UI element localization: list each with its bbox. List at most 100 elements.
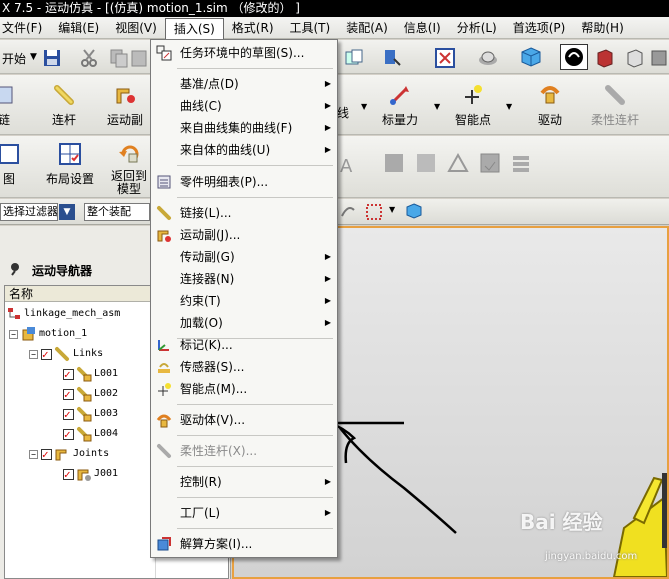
smart-point-dropdown-icon[interactable]: ▼ bbox=[506, 102, 512, 111]
menu-item-link[interactable]: 链接(L)... bbox=[151, 202, 337, 224]
menu-item-factory[interactable]: 工厂(L) ▶ bbox=[151, 502, 337, 524]
menubar: 文件(F) 编辑(E) 视图(V) 插入(S) 格式(R) 工具(T) 装配(A… bbox=[0, 17, 669, 40]
return-to-model-button[interactable]: 返回到模型 bbox=[106, 142, 152, 196]
visibility-checkbox[interactable] bbox=[41, 345, 52, 365]
menu-view[interactable]: 视图(V) bbox=[107, 18, 165, 38]
menu-item-curve-from-body[interactable]: 来自体的曲线(U) ▶ bbox=[151, 139, 337, 161]
tree-row-joint[interactable]: J001 bbox=[63, 464, 119, 485]
links-button[interactable]: 连杆 bbox=[46, 83, 82, 128]
menu-item-curve-from-curves[interactable]: 来自曲线集的曲线(F) ▶ bbox=[151, 117, 337, 139]
menu-item-parts-list[interactable]: 零件明细表(P)... bbox=[151, 171, 337, 193]
visibility-checkbox[interactable] bbox=[63, 465, 74, 485]
render-style-icon[interactable] bbox=[477, 47, 499, 69]
menu-item-sensor[interactable]: 传感器(S)... bbox=[151, 356, 337, 378]
collapse-icon[interactable]: − bbox=[29, 449, 38, 459]
flexible-link-icon bbox=[157, 444, 171, 458]
menu-item-solution[interactable]: 解算方案(I)... bbox=[151, 533, 337, 555]
menu-item-smart-point[interactable]: 智能点(M)... bbox=[151, 378, 337, 400]
force-dropdown-icon[interactable]: ▼ bbox=[434, 102, 440, 111]
fit-view-icon[interactable] bbox=[434, 47, 456, 69]
link-icon bbox=[157, 206, 171, 220]
joints-button[interactable]: 运动副 bbox=[103, 83, 147, 128]
info-object-icon[interactable] bbox=[343, 47, 365, 69]
tree-row-link[interactable]: L004 bbox=[63, 424, 118, 445]
tree-row-assembly[interactable]: linkage_mech_asm bbox=[7, 304, 120, 324]
menu-item-driver[interactable]: 驱动体(V)... bbox=[151, 409, 337, 431]
smart-point-button[interactable]: 智能点 bbox=[452, 83, 494, 128]
tree-label: J001 bbox=[94, 468, 119, 479]
layout-icon bbox=[59, 143, 81, 165]
tree-row-motion[interactable]: − motion_1 bbox=[9, 324, 87, 344]
menu-item-label: 柔性连杆(X)... bbox=[180, 444, 258, 458]
paste-icon[interactable] bbox=[128, 47, 150, 69]
driver-label: 驱动 bbox=[537, 113, 562, 127]
menu-help[interactable]: 帮助(H) bbox=[573, 18, 631, 38]
menu-item-datum-point[interactable]: 基准/点(D) ▶ bbox=[151, 73, 337, 95]
annotation-arrow-head bbox=[329, 421, 457, 534]
menu-edit[interactable]: 编辑(E) bbox=[50, 18, 107, 38]
insert-menu: 任务环境中的草图(S)... 基准/点(D) ▶ 曲线(C) ▶ 来自曲线集的曲… bbox=[150, 39, 338, 558]
menu-assembly[interactable]: 装配(A) bbox=[338, 18, 396, 38]
layout-settings-button[interactable]: 布局设置 bbox=[44, 142, 96, 187]
connector-dropdown-icon[interactable]: ▼ bbox=[361, 102, 367, 111]
menu-format[interactable]: 格式(R) bbox=[224, 18, 282, 38]
collapse-icon[interactable]: − bbox=[29, 349, 38, 359]
menu-item-sketch[interactable]: 任务环境中的草图(S)... bbox=[151, 42, 337, 64]
watermark-logo: Bai 经验 bbox=[520, 510, 603, 534]
tree-row-link[interactable]: L003 bbox=[63, 404, 118, 425]
menu-file[interactable]: 文件(F) bbox=[0, 18, 50, 38]
tree-row-links[interactable]: − Links bbox=[29, 344, 104, 365]
link-item-icon bbox=[77, 407, 92, 422]
navigator-pin-icon[interactable] bbox=[8, 262, 22, 276]
scalar-force-button[interactable]: 标量力 bbox=[380, 83, 420, 128]
name-column-header[interactable]: 名称 bbox=[5, 286, 155, 302]
copy-icon[interactable] bbox=[108, 47, 130, 69]
tree-row-link[interactable]: L001 bbox=[63, 364, 118, 385]
visibility-checkbox[interactable] bbox=[63, 405, 74, 425]
visibility-checkbox[interactable] bbox=[63, 385, 74, 405]
menu-insert[interactable]: 插入(S) bbox=[164, 17, 224, 40]
menu-item-constraint[interactable]: 约束(T) ▶ bbox=[151, 290, 337, 312]
menu-item-joint[interactable]: 运动副(J)... bbox=[151, 224, 337, 246]
menu-item-connector[interactable]: 连接器(N) ▶ bbox=[151, 268, 337, 290]
tree-label: Links bbox=[73, 348, 104, 359]
visibility-checkbox[interactable] bbox=[41, 445, 52, 465]
visibility-checkbox[interactable] bbox=[63, 425, 74, 445]
selection-filter[interactable]: 选择过滤器 bbox=[0, 203, 58, 221]
start-button[interactable]: 开始 bbox=[2, 50, 26, 67]
tree-row-joints[interactable]: − Joints bbox=[29, 444, 109, 465]
collapse-icon[interactable]: − bbox=[9, 329, 18, 339]
assembly-scope[interactable]: 整个装配 bbox=[84, 203, 150, 221]
menu-analysis[interactable]: 分析(L) bbox=[449, 18, 505, 38]
menu-tools[interactable]: 工具(T) bbox=[282, 18, 339, 38]
menu-item-control[interactable]: 控制(R) ▶ bbox=[151, 471, 337, 493]
box-select-icon[interactable] bbox=[365, 203, 383, 221]
menu-item-coupler[interactable]: 传动副(G) ▶ bbox=[151, 246, 337, 268]
visibility-checkbox[interactable] bbox=[63, 365, 74, 385]
save-icon[interactable] bbox=[41, 47, 63, 69]
orient-view-button[interactable] bbox=[560, 44, 588, 70]
face-icon[interactable] bbox=[648, 47, 669, 69]
wireframe-icon[interactable] bbox=[624, 47, 646, 69]
menu-info[interactable]: 信息(I) bbox=[396, 18, 449, 38]
filter-dropdown-icon[interactable]: ▼ bbox=[59, 204, 75, 220]
shaded-icon[interactable] bbox=[594, 47, 616, 69]
start-dropdown-icon[interactable]: ▼ bbox=[30, 52, 37, 62]
box-select-dropdown-icon[interactable]: ▼ bbox=[389, 205, 395, 214]
grey-layout-3-icon bbox=[480, 153, 500, 173]
cube-view-icon[interactable] bbox=[520, 46, 542, 68]
submenu-arrow-icon: ▶ bbox=[324, 318, 331, 327]
menu-item-curve[interactable]: 曲线(C) ▶ bbox=[151, 95, 337, 117]
snap-icon[interactable] bbox=[340, 202, 356, 220]
driver-button[interactable]: 驱动 bbox=[534, 83, 566, 128]
cut-icon[interactable] bbox=[78, 47, 100, 69]
link-partial-button[interactable]: 链 bbox=[0, 83, 14, 128]
menu-preferences[interactable]: 首选项(P) bbox=[505, 18, 574, 38]
cube-select-icon[interactable] bbox=[405, 202, 423, 220]
menu-item-marker[interactable]: 标记(K)... bbox=[151, 334, 337, 356]
graph-button[interactable]: 图 bbox=[0, 142, 22, 187]
menu-item-load[interactable]: 加载(O) ▶ bbox=[151, 312, 337, 334]
tree-row-link[interactable]: L002 bbox=[63, 384, 118, 405]
tool-dropdown-icon[interactable] bbox=[382, 47, 404, 69]
link-item-icon bbox=[77, 367, 92, 382]
